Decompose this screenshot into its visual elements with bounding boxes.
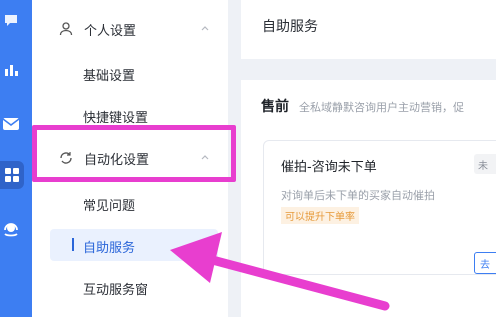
menu-item-label: 常见问题 [83, 199, 136, 214]
section-title: 售前 [261, 99, 289, 115]
chart-icon[interactable] [0, 56, 22, 84]
menu-item-label: 快捷键设置 [83, 111, 149, 126]
menu-item-self-service[interactable]: 自助服务 [50, 229, 218, 261]
menu-item-label: 互动服务窗 [83, 283, 149, 298]
status-badge: 未 [474, 154, 496, 174]
menu-item-label: 基础设置 [83, 69, 136, 84]
page-title: 自助服务 [262, 19, 318, 35]
card-benefit-tag: 可以提升下单率 [281, 207, 359, 224]
chat-icon[interactable] [0, 6, 22, 34]
section-description: 全私域静默咨询用户主动营销，促 [299, 101, 464, 114]
menu-item-label: 自助服务 [83, 241, 136, 256]
menu-item-basic-settings[interactable]: 基础设置 [50, 57, 228, 89]
page-header: 自助服务 [241, 0, 496, 59]
highlight-box [32, 125, 236, 182]
service-card[interactable]: 催拍-咨询未下单 未 对询单后未下单的买家自动催拍 可以提升下单率 去 [263, 140, 496, 275]
active-indicator [72, 238, 74, 251]
headset-icon[interactable] [0, 215, 22, 243]
content-area: 自助服务 售前 全私域静默咨询用户主动营销，促 催拍-咨询未下单 未 对询单后未… [236, 0, 496, 317]
card-description: 对询单后未下单的买家自动催拍 [281, 189, 435, 202]
card-title: 催拍-咨询未下单 [281, 160, 377, 175]
chevron-up-icon [201, 26, 209, 31]
user-icon [59, 22, 73, 36]
card-action-button[interactable]: 去 [474, 252, 496, 274]
mail-icon[interactable] [0, 110, 22, 138]
menu-group-personal-settings[interactable]: 个人设置 [32, 8, 228, 50]
menu-group-label: 个人设置 [84, 24, 137, 39]
apps-icon[interactable] [0, 161, 24, 189]
menu-item-interactive-service-window[interactable]: 互动服务窗 [50, 271, 228, 303]
menu-item-faq[interactable]: 常见问题 [50, 187, 228, 219]
main-panel: 售前 全私域静默咨询用户主动营销，促 催拍-咨询未下单 未 对询单后未下单的买家… [241, 80, 496, 317]
left-nav-rail [0, 0, 32, 317]
